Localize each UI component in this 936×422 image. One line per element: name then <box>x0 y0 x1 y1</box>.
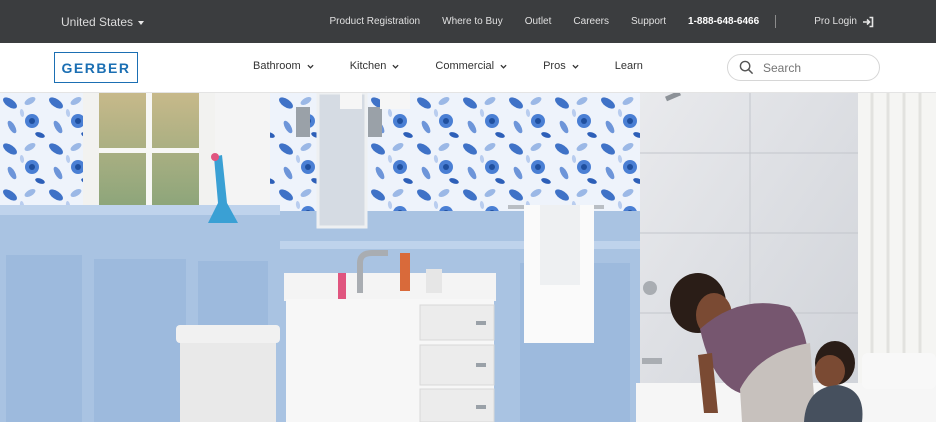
chevron-down-icon <box>392 64 399 69</box>
utility-bar: United States Product Registration Where… <box>0 0 936 43</box>
phone-number-link[interactable]: 1-888-648-6466 <box>688 16 759 27</box>
product-registration-link[interactable]: Product Registration <box>330 16 421 27</box>
main-nav: Bathroom Kitchen Commercial Pros Learn <box>253 60 679 72</box>
nav-learn[interactable]: Learn <box>615 60 643 72</box>
outlet-link[interactable]: Outlet <box>525 16 552 27</box>
region-selector[interactable]: United States <box>61 15 145 29</box>
region-label: United States <box>61 15 134 29</box>
support-link[interactable]: Support <box>631 16 666 27</box>
nav-pros[interactable]: Pros <box>543 60 579 72</box>
hero-banner <box>0 93 936 422</box>
pro-login-link[interactable]: Pro Login <box>792 16 874 28</box>
chevron-down-icon <box>307 64 314 69</box>
gerber-logo[interactable]: GERBER <box>54 52 138 83</box>
pro-login-label: Pro Login <box>814 16 857 27</box>
search-icon <box>739 60 754 75</box>
hero-bathroom-image <box>0 93 936 422</box>
main-header: GERBER Bathroom Kitchen Commercial Pros … <box>0 43 936 93</box>
careers-link[interactable]: Careers <box>573 16 609 27</box>
chevron-down-icon <box>500 64 507 69</box>
utility-links: Product Registration Where to Buy Outlet… <box>308 15 874 28</box>
caret-down-icon <box>138 20 145 25</box>
divider <box>775 15 777 28</box>
where-to-buy-link[interactable]: Where to Buy <box>442 16 503 27</box>
nav-kitchen-label: Kitchen <box>349 60 387 72</box>
sign-in-icon <box>863 16 874 27</box>
nav-commercial[interactable]: Commercial <box>435 60 507 72</box>
search-box[interactable] <box>727 54 880 81</box>
chevron-down-icon <box>572 64 579 69</box>
nav-learn-label: Learn <box>614 60 643 72</box>
nav-commercial-label: Commercial <box>435 60 495 72</box>
nav-bathroom[interactable]: Bathroom <box>253 60 314 72</box>
search-input[interactable] <box>763 60 873 75</box>
nav-kitchen[interactable]: Kitchen <box>350 60 400 72</box>
nav-bathroom-label: Bathroom <box>253 60 301 72</box>
nav-pros-label: Pros <box>543 60 566 72</box>
